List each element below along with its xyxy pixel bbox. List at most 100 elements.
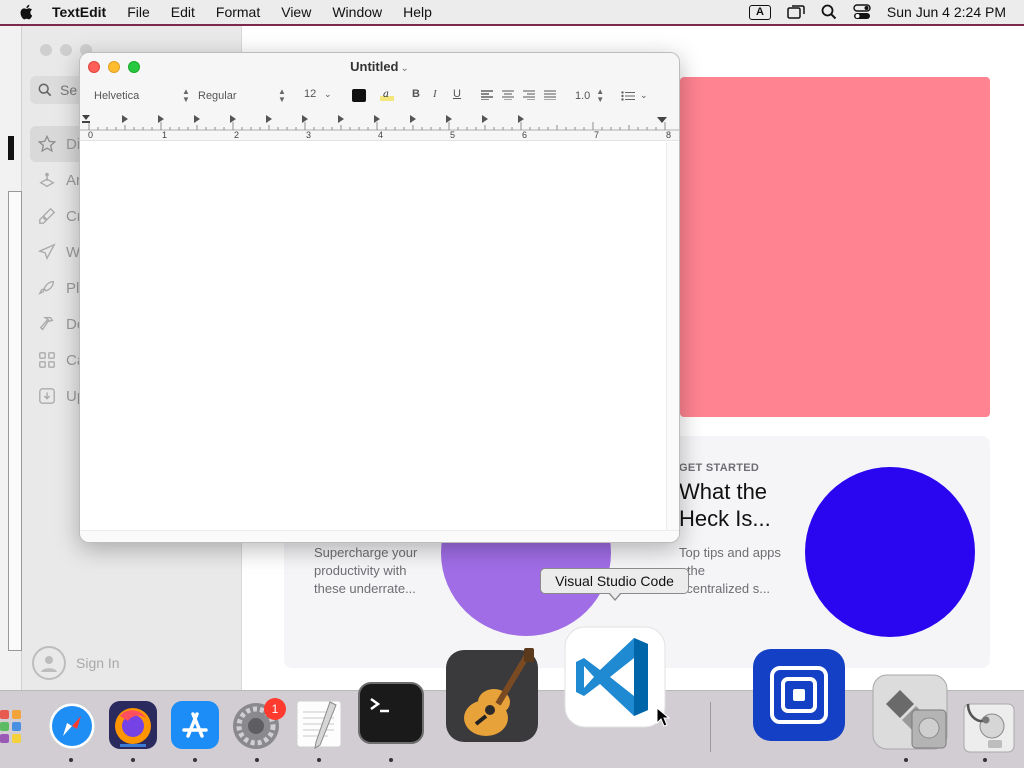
tab-stop-marker[interactable] xyxy=(410,115,416,123)
justify-button[interactable] xyxy=(544,90,556,100)
running-indicator xyxy=(904,758,908,762)
align-right-icon xyxy=(523,90,535,100)
tooltip-tail xyxy=(608,592,622,601)
menu-window[interactable]: Window xyxy=(332,4,382,20)
featured-banner[interactable] xyxy=(680,77,990,417)
story-artwork-blue[interactable] xyxy=(805,467,975,637)
title-bar[interactable]: Untitled ⌄ xyxy=(80,53,679,81)
tab-stop-marker[interactable] xyxy=(482,115,488,123)
menu-clock[interactable]: Sun Jun 4 2:24 PM xyxy=(887,4,1006,20)
tab-stop-marker[interactable] xyxy=(194,115,200,123)
ruler-number: 0 xyxy=(88,130,93,140)
menu-view[interactable]: View xyxy=(281,4,311,20)
develop-hammer-icon xyxy=(39,317,54,331)
menu-file[interactable]: File xyxy=(127,4,150,20)
notification-badge: 1 xyxy=(264,698,286,720)
terminal-icon[interactable] xyxy=(358,682,424,749)
align-center-button[interactable] xyxy=(502,90,514,100)
bold-button[interactable]: B xyxy=(412,88,420,100)
ruler-number: 6 xyxy=(522,130,527,140)
sign-in-label: Sign In xyxy=(76,655,120,671)
remote-desktop-icon[interactable] xyxy=(752,648,846,747)
textedit-window: Untitled ⌄ Helvetica ▲ ▼ Regular ▲ ▼ 12 ⌄ a… xyxy=(79,52,680,543)
search-placeholder: Se xyxy=(60,82,78,98)
garageband-icon[interactable] xyxy=(446,646,540,749)
tab-stop-marker[interactable] xyxy=(230,115,236,123)
format-toolbar: Helvetica ▲ ▼ Regular ▲ ▼ 12 ⌄ a B I U 1… xyxy=(80,81,679,111)
running-indicator xyxy=(69,758,73,762)
ruler-scale[interactable]: 0 1 2 3 4 5 6 7 8 xyxy=(80,111,680,141)
ruler-number: 4 xyxy=(378,130,383,140)
safari-icon[interactable] xyxy=(48,702,96,755)
story-card-description-2[interactable]: Top tips and apps r the ecentralized s... xyxy=(679,544,791,598)
ruler-number: 7 xyxy=(594,130,599,140)
tab-stop-marker[interactable] xyxy=(302,115,308,123)
tab-stop-marker[interactable] xyxy=(446,115,452,123)
running-indicator xyxy=(193,758,197,762)
minimize-button[interactable] xyxy=(60,44,72,56)
boot-camp-assistant-icon[interactable] xyxy=(872,674,948,755)
apple-icon[interactable] xyxy=(18,3,36,21)
avatar xyxy=(32,646,66,680)
ruler[interactable]: 0 1 2 3 4 5 6 7 8 xyxy=(80,111,679,141)
dock-divider xyxy=(710,702,711,752)
tab-stop-marker[interactable] xyxy=(518,115,524,123)
line-spacing-popup[interactable]: 1.0 ▲ ▼ xyxy=(575,88,604,104)
left-indent-marker[interactable] xyxy=(82,115,90,123)
right-margin-marker[interactable] xyxy=(657,117,667,123)
italic-button[interactable]: I xyxy=(433,88,437,100)
align-left-button[interactable] xyxy=(481,90,493,100)
highlight-color-button[interactable]: a xyxy=(380,87,394,101)
story-card-kicker: GET STARTED xyxy=(679,462,760,474)
spotlight-search-icon[interactable] xyxy=(821,4,837,20)
launchpad-icon[interactable] xyxy=(0,706,34,755)
visual-studio-code-icon[interactable] xyxy=(564,626,666,733)
tab-stop-marker[interactable] xyxy=(338,115,344,123)
screen-mirroring-icon[interactable] xyxy=(787,5,805,19)
dock-tooltip: Visual Studio Code xyxy=(540,568,689,594)
textedit-dock-icon[interactable] xyxy=(294,698,344,755)
story-card-description[interactable]: Supercharge your productivity with these… xyxy=(314,544,434,598)
text-color-well[interactable] xyxy=(352,89,366,102)
vertical-scrollbar[interactable] xyxy=(666,142,679,530)
ruler-number: 3 xyxy=(306,130,311,140)
menu-app-name[interactable]: TextEdit xyxy=(52,4,106,20)
app-store-icon[interactable] xyxy=(170,700,220,755)
menu-edit[interactable]: Edit xyxy=(171,4,195,20)
firefox-icon[interactable] xyxy=(108,700,158,755)
close-button[interactable] xyxy=(40,44,52,56)
keyboard-input-icon[interactable]: A xyxy=(748,4,771,20)
underline-button[interactable]: U xyxy=(453,88,461,100)
ruler-number: 1 xyxy=(162,130,167,140)
control-center-icon[interactable] xyxy=(853,4,871,20)
disk-utility-icon[interactable] xyxy=(958,696,1018,761)
running-indicator xyxy=(983,758,987,762)
list-style-popup[interactable]: ⌄ xyxy=(621,90,648,101)
background-window-edge xyxy=(0,26,22,690)
sign-in-button[interactable]: Sign In xyxy=(32,646,120,680)
menu-format[interactable]: Format xyxy=(216,4,260,20)
horizontal-scrollbar[interactable] xyxy=(80,530,679,542)
tab-stop-marker[interactable] xyxy=(158,115,164,123)
window-title[interactable]: Untitled ⌄ xyxy=(80,59,679,74)
stepper-arrows-icon: ▲ ▼ xyxy=(182,87,190,104)
menu-help[interactable]: Help xyxy=(403,4,432,20)
font-size-field[interactable]: 12 ⌄ xyxy=(304,88,332,100)
running-indicator xyxy=(131,758,135,762)
tab-stop-marker[interactable] xyxy=(122,115,128,123)
search-icon xyxy=(38,83,52,97)
font-style-popup[interactable]: Regular ▲ ▼ xyxy=(198,88,286,104)
play-rocket-icon xyxy=(38,281,54,295)
tab-stop-marker[interactable] xyxy=(266,115,272,123)
menu-bar: TextEdit File Edit Format View Window He… xyxy=(0,0,1024,24)
tab-stop-marker[interactable] xyxy=(374,115,380,123)
font-family-popup[interactable]: Helvetica ▲ ▼ xyxy=(94,88,190,104)
align-right-button[interactable] xyxy=(523,90,535,100)
mouse-cursor-icon xyxy=(656,707,670,727)
document-text-area[interactable] xyxy=(80,142,666,530)
story-card-title[interactable]: What the Heck Is... xyxy=(679,478,789,532)
align-left-icon xyxy=(481,90,493,100)
justify-icon xyxy=(544,90,556,100)
running-indicator xyxy=(255,758,259,762)
categories-grid-icon xyxy=(39,352,55,368)
